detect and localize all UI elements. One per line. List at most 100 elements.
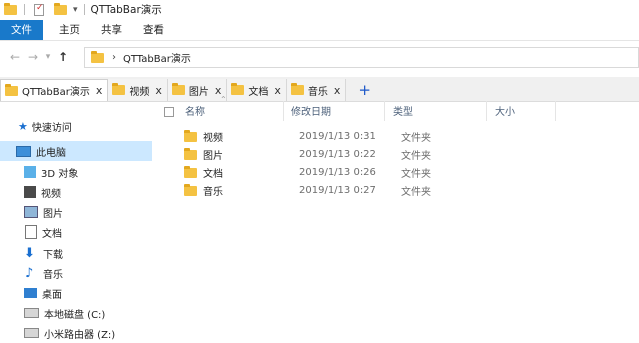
column-divider[interactable]	[486, 101, 487, 121]
nav-label: 下载	[43, 249, 63, 261]
column-divider[interactable]	[283, 101, 284, 121]
address-bar-row: ← → ▾ ↑ › QTTabBar演示	[0, 47, 639, 69]
nav-label: 本地磁盘 (C:)	[44, 309, 106, 321]
nav-label: 此电脑	[36, 147, 66, 159]
address-field[interactable]: › QTTabBar演示	[84, 47, 639, 68]
column-header-name[interactable]: 名称	[185, 103, 205, 121]
title-bar: ▾ QTTabBar演示	[0, 0, 639, 19]
star-icon: ★	[18, 119, 28, 133]
nav-video[interactable]: 视频	[0, 182, 152, 202]
nav-label: 3D 对象	[41, 168, 79, 180]
folder-icon	[231, 83, 245, 95]
drive-icon	[24, 308, 39, 318]
file-name: 文档	[203, 169, 223, 180]
nav-this-pc[interactable]: 此电脑	[0, 141, 152, 161]
sort-up-icon: ⌃	[220, 95, 227, 104]
file-date: 2019/1/13 0:26	[299, 167, 376, 178]
ribbon-tabs: 文件 主页 共享 查看	[0, 20, 639, 41]
file-date: 2019/1/13 0:22	[299, 149, 376, 160]
network-drive-icon	[24, 328, 39, 338]
file-name: 音乐	[203, 187, 223, 198]
folder-tab-bar: QTTabBar演示 x 视频 x 图片 x 文档 x 音乐 x +	[0, 77, 639, 102]
folder-icon	[112, 83, 126, 95]
nav-label: 桌面	[42, 289, 62, 301]
divider	[24, 4, 25, 15]
file-type: 文件夹	[401, 169, 431, 180]
new-tab-button[interactable]: +	[358, 81, 371, 99]
tab-label: QTTabBar演示	[22, 87, 90, 98]
nav-documents[interactable]: 文档	[0, 222, 152, 242]
ribbon-tab-file[interactable]: 文件	[0, 20, 43, 40]
folder-icon	[91, 50, 104, 63]
tab-label: 图片	[188, 86, 209, 98]
column-header-type[interactable]: 类型	[393, 103, 413, 121]
breadcrumb-current[interactable]: QTTabBar演示	[123, 50, 191, 65]
recent-locations-icon[interactable]: ▾	[42, 52, 54, 62]
ribbon-tab-view[interactable]: 查看	[133, 20, 175, 40]
nav-local-disk[interactable]: 本地磁盘 (C:)	[0, 303, 152, 323]
nav-network-drive[interactable]: 小米路由器 (Z:)	[0, 323, 152, 343]
file-type: 文件夹	[401, 133, 431, 144]
close-icon[interactable]: x	[155, 84, 162, 97]
folder-tab-qttabbar[interactable]: QTTabBar演示 x	[0, 79, 109, 101]
folder-icon	[4, 2, 17, 15]
file-name: 图片	[203, 151, 223, 162]
nav-label: 小米路由器 (Z:)	[44, 329, 116, 341]
nav-label: 图片	[43, 208, 63, 220]
select-all-checkbox[interactable]	[164, 107, 174, 117]
documents-icon	[25, 225, 37, 239]
video-icon	[24, 186, 36, 198]
pictures-icon	[24, 206, 38, 218]
close-icon[interactable]: x	[334, 84, 341, 97]
folder-tab-video[interactable]: 视频 x	[108, 79, 168, 101]
folder-icon	[171, 83, 185, 95]
nav-label: 视频	[41, 188, 61, 200]
file-date: 2019/1/13 0:27	[299, 185, 376, 196]
quick-access-dropdown-icon[interactable]: ▾	[73, 5, 78, 15]
nav-label: 音乐	[43, 269, 63, 281]
computer-icon	[16, 145, 31, 157]
folder-tab-documents[interactable]: 文档 x	[227, 79, 287, 101]
folder-icon	[290, 83, 304, 95]
file-type: 文件夹	[401, 151, 431, 162]
folder-icon	[184, 129, 197, 142]
folder-tab-music[interactable]: 音乐 x	[286, 79, 347, 101]
close-icon[interactable]: x	[274, 84, 281, 97]
folder-icon	[184, 147, 197, 160]
properties-icon[interactable]	[34, 3, 44, 16]
nav-pictures[interactable]: 图片	[0, 202, 152, 222]
file-row[interactable]: 文档 2019/1/13 0:26 文件夹	[180, 164, 440, 181]
column-divider[interactable]	[555, 101, 556, 121]
breadcrumb-chevron-icon[interactable]: ›	[112, 52, 116, 63]
new-folder-icon[interactable]	[54, 2, 67, 15]
nav-quick-access[interactable]: ★ 快速访问	[0, 116, 152, 136]
folder-icon	[184, 165, 197, 178]
download-icon: ⬇	[24, 245, 35, 261]
nav-desktop[interactable]: 桌面	[0, 283, 152, 303]
file-row[interactable]: 视频 2019/1/13 0:31 文件夹	[180, 128, 440, 145]
nav-downloads[interactable]: ⬇ 下载	[0, 243, 152, 263]
file-type: 文件夹	[401, 187, 431, 198]
3d-objects-icon	[24, 166, 36, 178]
close-icon[interactable]: x	[96, 84, 103, 97]
column-header-date[interactable]: 修改日期	[291, 103, 331, 121]
column-divider[interactable]	[384, 101, 385, 121]
nav-label: 文档	[42, 228, 62, 240]
up-icon[interactable]: ↑	[54, 50, 72, 64]
back-icon[interactable]: ←	[6, 50, 24, 64]
divider	[83, 4, 85, 15]
forward-icon[interactable]: →	[24, 50, 42, 64]
column-header-size[interactable]: 大小	[495, 103, 515, 121]
nav-music[interactable]: ♪ 音乐	[0, 263, 152, 283]
ribbon-tab-home[interactable]: 主页	[43, 20, 91, 40]
ribbon-tab-share[interactable]: 共享	[91, 20, 133, 40]
nav-3d-objects[interactable]: 3D 对象	[0, 162, 152, 182]
folder-tab-pictures[interactable]: 图片 x	[167, 79, 228, 101]
file-name: 视频	[203, 133, 223, 144]
folder-icon	[184, 183, 197, 196]
file-date: 2019/1/13 0:31	[299, 131, 376, 142]
tab-label: 视频	[129, 86, 150, 98]
file-row[interactable]: 音乐 2019/1/13 0:27 文件夹	[180, 182, 440, 199]
tab-label: 音乐	[307, 86, 328, 98]
file-row[interactable]: 图片 2019/1/13 0:22 文件夹	[180, 146, 440, 163]
